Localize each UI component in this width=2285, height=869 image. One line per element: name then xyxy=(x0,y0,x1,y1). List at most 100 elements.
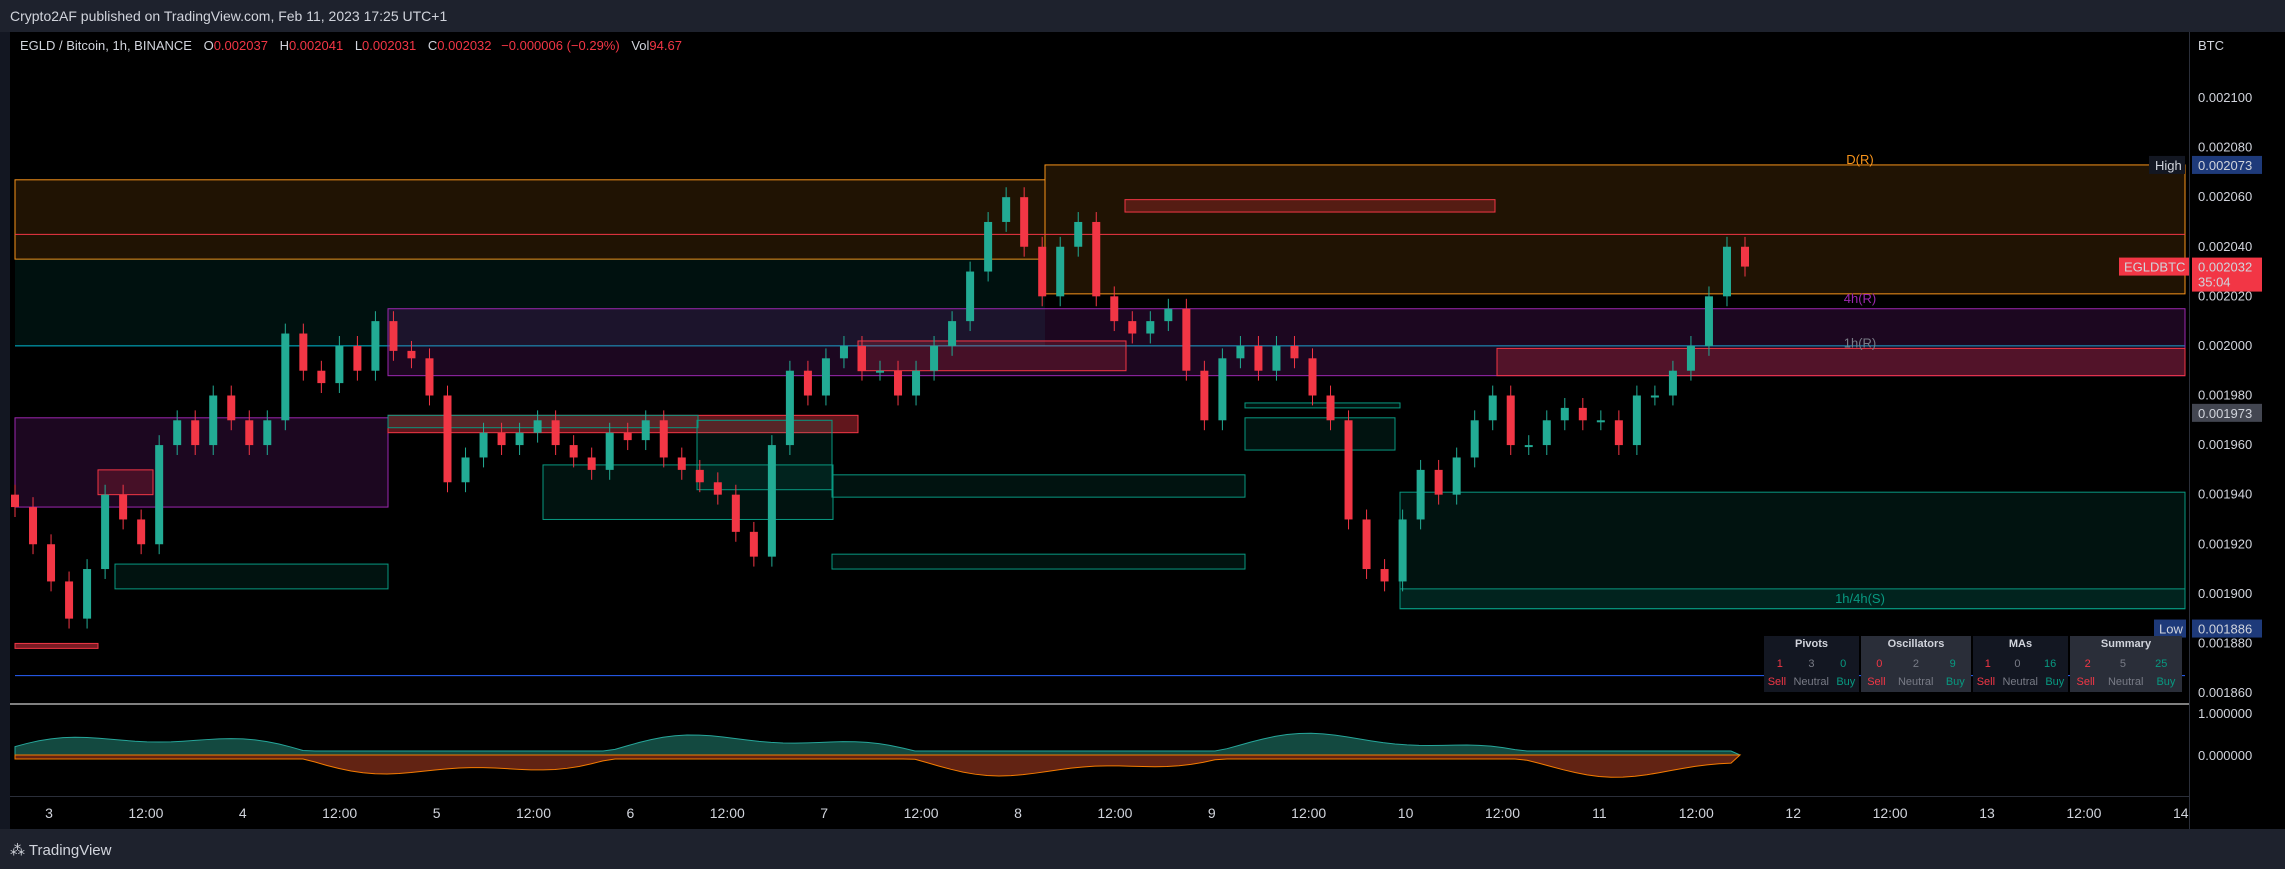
candle-body xyxy=(1272,345,1281,371)
candle-body xyxy=(443,395,452,483)
ratings-oscillators-title: Oscillators xyxy=(1887,638,1945,650)
candle-body xyxy=(1146,321,1155,334)
candle-body xyxy=(1650,395,1659,398)
price-tick-label: 0.002040 xyxy=(2198,239,2252,254)
time-tick-label: 12:00 xyxy=(904,805,939,821)
candle-body xyxy=(1038,246,1047,297)
candle-body xyxy=(659,420,668,458)
time-tick-label: 3 xyxy=(45,805,53,821)
candle-body xyxy=(695,469,704,483)
price-tick-label: 0.001880 xyxy=(2198,635,2252,650)
band-left xyxy=(14,417,389,508)
ratings-summary-title: Summary xyxy=(2100,638,2152,650)
candle-body xyxy=(1452,457,1461,495)
ticker-label: EGLDBTC xyxy=(2124,260,2185,275)
candle-body xyxy=(119,494,128,520)
candle-body xyxy=(839,345,848,359)
price-tick-label: 0.002000 xyxy=(2198,338,2252,353)
summary-sell-count: 2 xyxy=(2084,658,2091,670)
candle-body xyxy=(1362,519,1371,570)
candle-body xyxy=(11,494,19,508)
candle-body xyxy=(785,370,794,446)
osc-neutral-label: Neutral xyxy=(1897,676,1934,688)
pivots-buy-label: Buy xyxy=(1836,676,1856,688)
candle-body xyxy=(209,395,218,446)
candle-body xyxy=(1416,469,1425,520)
support-zone-4 xyxy=(831,474,1246,498)
high-value: 0.002041 xyxy=(288,38,344,53)
candle-body xyxy=(1128,321,1137,334)
tradingview-logo[interactable]: ⁂ TradingView xyxy=(10,841,111,859)
candle-body xyxy=(857,345,866,371)
tv-logo-icon: ⁂ xyxy=(10,842,29,859)
candle-body xyxy=(1434,469,1443,495)
time-tick-label: 5 xyxy=(433,805,441,821)
candle-body xyxy=(389,321,398,351)
last-price-value: 0.002032 xyxy=(2198,260,2252,275)
price-tick-label: 0.001980 xyxy=(2198,388,2252,403)
candle-body xyxy=(425,358,434,396)
candle-body xyxy=(1218,358,1227,421)
price-tick-label: 0.002080 xyxy=(2198,140,2252,155)
candle-body xyxy=(1524,445,1533,448)
symbol-title[interactable]: EGLD / Bitcoin, 1h, BINANCE xyxy=(20,38,192,53)
level-value: 0.001973 xyxy=(2198,406,2252,421)
support-zone-1 xyxy=(387,414,699,429)
close-label: C xyxy=(427,38,438,53)
candle-body xyxy=(371,321,380,371)
time-tick-label: 12:00 xyxy=(322,805,357,821)
candle-body xyxy=(1074,221,1083,247)
time-tick-label: 12:00 xyxy=(2066,805,2101,821)
price-tick-label: 0.001900 xyxy=(2198,586,2252,601)
candle-body xyxy=(1686,345,1695,371)
h4-resistance-label: 4h(R) xyxy=(1844,291,1877,306)
mas-neutral-count: 0 xyxy=(2014,658,2021,670)
candle-body xyxy=(930,345,939,371)
price-tick-label: 0.001940 xyxy=(2198,487,2252,502)
indicator-lower-tick: 0.000000 xyxy=(2198,748,2252,763)
candle-body xyxy=(1308,358,1317,396)
technical-ratings-table: Pivots 1 3 0 Sell Neutral Buy Oscillators 0 2… xyxy=(1764,636,2182,692)
pivots-sell-label: Sell xyxy=(1767,676,1787,688)
pivots-neutral-count: 3 xyxy=(1808,658,1815,670)
support-zone-3 xyxy=(696,419,833,491)
candle-body xyxy=(299,333,308,371)
candle-body xyxy=(1578,407,1587,421)
pivots-buy-count: 0 xyxy=(1840,658,1847,670)
time-tick-label: 4 xyxy=(239,805,247,821)
time-tick-label: 12:00 xyxy=(1679,805,1714,821)
support-zone-0 xyxy=(114,563,389,590)
time-tick-label: 10 xyxy=(1398,805,1414,821)
osc-sell-label: Sell xyxy=(1867,676,1886,688)
time-tick-label: 12:00 xyxy=(516,805,551,821)
indicator-bull-wave xyxy=(14,732,1741,756)
mas-sell-count: 1 xyxy=(1984,658,1991,670)
h1-resistance-label: 1h(R) xyxy=(1844,335,1877,350)
candle-body xyxy=(317,370,326,384)
candle-body xyxy=(65,581,74,619)
candle-body xyxy=(767,445,776,557)
candle-body xyxy=(137,519,146,545)
price-tick-label: 0.001860 xyxy=(2198,685,2252,700)
daily-resistance-zone xyxy=(1044,164,2186,295)
high-label: H xyxy=(279,38,289,53)
time-tick-label: 12:00 xyxy=(1097,805,1132,821)
osc-sell-count: 0 xyxy=(1876,658,1883,670)
time-tick-label: 12:00 xyxy=(1873,805,1908,821)
candle-body xyxy=(1380,569,1389,582)
candlestick-chart[interactable]: D(R) 4h(R) 1h(R) 1h/4h(S) 0.002100 0.002080 0.… xyxy=(0,0,2285,869)
support-zone-6 xyxy=(1244,402,1401,409)
candle-body xyxy=(83,569,92,619)
time-tick-label: 12:00 xyxy=(1485,805,1520,821)
candle-body xyxy=(191,420,200,446)
time-tick-label: 6 xyxy=(627,805,635,821)
candle-body xyxy=(353,345,362,371)
candle-body xyxy=(1056,246,1065,297)
osc-buy-count: 9 xyxy=(1949,658,1956,670)
high-marker-label: High xyxy=(2155,158,2182,173)
time-tick-label: 13 xyxy=(1979,805,1995,821)
osc-buy-label: Buy xyxy=(1945,676,1965,688)
candle-body xyxy=(461,457,470,483)
high-value: 0.002073 xyxy=(2198,158,2252,173)
osc-neutral-count: 2 xyxy=(1912,658,1920,670)
